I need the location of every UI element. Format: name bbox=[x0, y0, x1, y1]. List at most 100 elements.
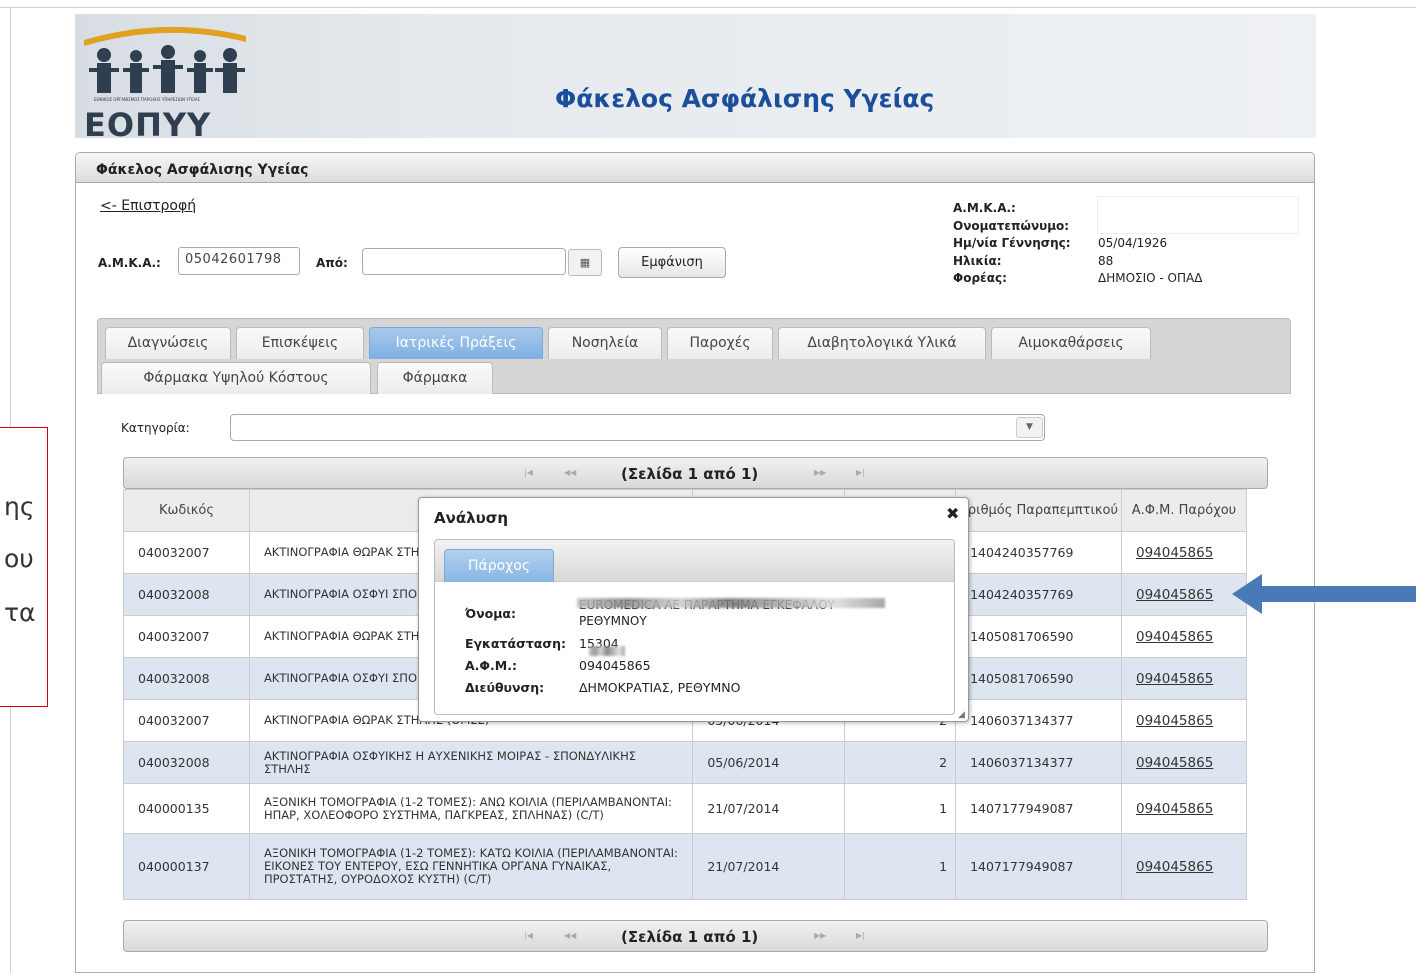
callout-line: τα bbox=[4, 598, 36, 627]
last-page-icon[interactable]: ▶| bbox=[856, 468, 865, 477]
provider-afm-link[interactable]: 094045865 bbox=[1136, 671, 1213, 687]
tab-hospitalization[interactable]: Νοσηλεία bbox=[548, 327, 662, 359]
tab-medical-procedures[interactable]: Ιατρικές Πράξεις bbox=[369, 327, 543, 359]
cell-code: 040032008 bbox=[123, 657, 250, 700]
dialog-tab-bar: Πάροχος bbox=[435, 540, 954, 582]
patient-dob-label: Ημ/νία Γέννησης: bbox=[953, 236, 1071, 250]
callout-line: ου bbox=[4, 544, 34, 573]
cell-code: 040000135 bbox=[123, 783, 250, 834]
top-border bbox=[0, 7, 1416, 8]
cell-referral: 1407177949087 bbox=[955, 833, 1122, 900]
patient-age-value: 88 bbox=[1098, 253, 1114, 268]
patient-amka-label: Α.Μ.Κ.Α.: bbox=[953, 201, 1016, 215]
cell-date: 21/07/2014 bbox=[692, 783, 846, 834]
from-date-input[interactable] bbox=[362, 248, 566, 275]
calendar-icon[interactable]: ▦ bbox=[568, 249, 602, 276]
column-header-code[interactable]: Κωδικός bbox=[123, 489, 250, 532]
column-header-referral[interactable]: Αριθμός Παραπεμπτικού bbox=[955, 489, 1122, 532]
provider-address-label: Διεύθυνση: bbox=[465, 680, 545, 695]
amka-input[interactable]: 05042601798 bbox=[178, 247, 300, 275]
provider-afm-link[interactable]: 094045865 bbox=[1136, 587, 1213, 603]
cell-referral: 1407177949087 bbox=[955, 783, 1122, 834]
provider-afm-link[interactable]: 094045865 bbox=[1136, 755, 1213, 771]
provider-afm-link[interactable]: 094045865 bbox=[1136, 801, 1213, 817]
next-page-icon[interactable]: ▶▶ bbox=[814, 931, 826, 940]
cell-code: 040032008 bbox=[123, 573, 250, 616]
cell-code: 040032008 bbox=[123, 741, 250, 784]
family-logo-icon bbox=[84, 26, 246, 93]
logo-subtitle: ΕΘΝΙΚΟΣ ΟΡΓΑΝΙΣΜΟΣ ΠΑΡΟΧΗΣ ΥΠΗΡΕΣΙΩΝ ΥΓΕ… bbox=[94, 97, 200, 102]
patient-name-value bbox=[1097, 196, 1299, 234]
cell-provider-afm[interactable]: 094045865 bbox=[1120, 699, 1248, 742]
eopyy-logo: ΕΘΝΙΚΟΣ ΟΡΓΑΝΙΣΜΟΣ ΠΑΡΟΧΗΣ ΥΠΗΡΕΣΙΩΝ ΥΓΕ… bbox=[80, 18, 250, 144]
redaction-blur bbox=[577, 598, 885, 608]
provider-address-value: ΔΗΜΟΚΡΑΤΙΑΣ, ΡΕΘΥΜΝΟ bbox=[579, 680, 741, 695]
dialog-content: Πάροχος Όνομα: EUROMEDICA AE ΠΑΡΑΡΤΗΜΑ Ε… bbox=[434, 539, 955, 715]
cell-quantity: 1 bbox=[844, 783, 957, 834]
category-select[interactable]: ▼ bbox=[230, 414, 1045, 441]
prev-page-icon[interactable]: ◀◀ bbox=[564, 468, 576, 477]
provider-facility-label: Εγκατάσταση: bbox=[465, 636, 567, 651]
page-indicator: (Σελίδα 1 από 1) bbox=[621, 928, 759, 946]
cell-provider-afm[interactable]: 094045865 bbox=[1120, 741, 1248, 784]
first-page-icon[interactable]: |◀ bbox=[524, 468, 533, 477]
cell-date: 05/06/2014 bbox=[692, 741, 846, 784]
cell-description: ΑΚΤΙΝΟΓΡΑΦΙΑ ΟΣΦΥΙΚΗΣ Η ΑΥΧΕΝΙΚΗΣ ΜΟΙΡΑΣ… bbox=[248, 741, 694, 784]
next-page-icon[interactable]: ▶▶ bbox=[814, 468, 826, 477]
callout-line: ης bbox=[4, 492, 35, 521]
cell-code: 040032007 bbox=[123, 615, 250, 658]
provider-name-label: Όνομα: bbox=[465, 606, 517, 621]
logo-text: ΕΟΠΥΥ bbox=[84, 106, 212, 144]
cell-provider-afm[interactable]: 094045865 bbox=[1120, 615, 1248, 658]
cell-referral: 1406037134377 bbox=[955, 699, 1122, 742]
category-label: Κατηγορία: bbox=[121, 421, 190, 435]
show-button[interactable]: Εμφάνιση bbox=[618, 247, 726, 278]
app-header: Φάκελος Ασφάλισης Υγείας bbox=[75, 14, 1316, 138]
table-row[interactable]: 040000137 ΑΞΟΝΙΚΗ ΤΟΜΟΓΡΑΦΙΑ (1-2 ΤΟΜΕΣ):… bbox=[123, 833, 1248, 900]
panel-header: Φάκελος Ασφάλισης Υγείας bbox=[76, 153, 1314, 183]
cell-provider-afm[interactable]: 094045865 bbox=[1120, 833, 1248, 900]
tab-high-cost-drugs[interactable]: Φάρμακα Υψηλού Κόστους bbox=[101, 362, 371, 394]
provider-afm-link[interactable]: 094045865 bbox=[1136, 713, 1213, 729]
tab-visits[interactable]: Επισκέψεις bbox=[236, 327, 364, 359]
redaction-blur bbox=[589, 646, 625, 656]
cell-quantity: 2 bbox=[844, 741, 957, 784]
provider-name-value-line2: ΡΕΘΥΜΝΟΥ bbox=[579, 614, 647, 628]
provider-afm-label: Α.Φ.Μ.: bbox=[465, 658, 517, 673]
prev-page-icon[interactable]: ◀◀ bbox=[564, 931, 576, 940]
annotation-callout: ης ου τα bbox=[0, 427, 48, 707]
patient-fund-value: ΔΗΜΟΣΙΟ - ΟΠΑΔ bbox=[1098, 271, 1203, 285]
patient-fund-label: Φορέας: bbox=[953, 271, 1007, 285]
patient-name-label: Ονοματεπώνυμο: bbox=[953, 218, 1070, 233]
table-row[interactable]: 040000135 ΑΞΟΝΙΚΗ ΤΟΜΟΓΡΑΦΙΑ (1-2 ΤΟΜΕΣ):… bbox=[123, 783, 1248, 834]
cell-description: ΑΞΟΝΙΚΗ ΤΟΜΟΓΡΑΦΙΑ (1-2 ΤΟΜΕΣ): ΚΑΤΩ ΚΟΙ… bbox=[248, 833, 694, 900]
tab-diabetic-supplies[interactable]: Διαβητολογικά Υλικά bbox=[778, 327, 986, 359]
cell-provider-afm[interactable]: 094045865 bbox=[1120, 657, 1248, 700]
provider-afm-link[interactable]: 094045865 bbox=[1136, 859, 1213, 875]
cell-referral: 1406037134377 bbox=[955, 741, 1122, 784]
back-link[interactable]: <- Επιστροφή bbox=[100, 198, 196, 214]
table-row[interactable]: 040032008 ΑΚΤΙΝΟΓΡΑΦΙΑ ΟΣΦΥΙΚΗΣ Η ΑΥΧΕΝΙΚ… bbox=[123, 741, 1248, 784]
first-page-icon[interactable]: |◀ bbox=[524, 931, 533, 940]
cell-date: 21/07/2014 bbox=[692, 833, 846, 900]
column-header-provider-afm[interactable]: Α.Φ.Μ. Παρόχου bbox=[1120, 489, 1248, 532]
close-icon[interactable]: ✖ bbox=[946, 504, 959, 523]
cell-provider-afm[interactable]: 094045865 bbox=[1120, 573, 1248, 616]
provider-afm-link[interactable]: 094045865 bbox=[1136, 629, 1213, 645]
cell-provider-afm[interactable]: 094045865 bbox=[1120, 783, 1248, 834]
resize-handle-icon[interactable]: ◢ bbox=[958, 710, 965, 720]
patient-age-label: Ηλικία: bbox=[953, 253, 1002, 268]
provider-afm-link[interactable]: 094045865 bbox=[1136, 545, 1213, 561]
provider-afm-value: 094045865 bbox=[579, 658, 651, 673]
tab-dialysis[interactable]: Αιμοκαθάρσεις bbox=[991, 327, 1151, 359]
app-title: Φάκελος Ασφάλισης Υγείας bbox=[555, 84, 935, 113]
panel-title: Φάκελος Ασφάλισης Υγείας bbox=[96, 162, 309, 178]
arrow-left-icon bbox=[1232, 574, 1416, 614]
last-page-icon[interactable]: ▶| bbox=[856, 931, 865, 940]
tab-drugs[interactable]: Φάρμακα bbox=[377, 362, 493, 394]
chevron-down-icon[interactable]: ▼ bbox=[1016, 417, 1043, 438]
tab-provider[interactable]: Πάροχος bbox=[444, 549, 554, 582]
tab-diagnoses[interactable]: Διαγνώσεις bbox=[105, 327, 231, 359]
cell-provider-afm[interactable]: 094045865 bbox=[1120, 531, 1248, 574]
tab-benefits[interactable]: Παροχές bbox=[667, 327, 773, 359]
